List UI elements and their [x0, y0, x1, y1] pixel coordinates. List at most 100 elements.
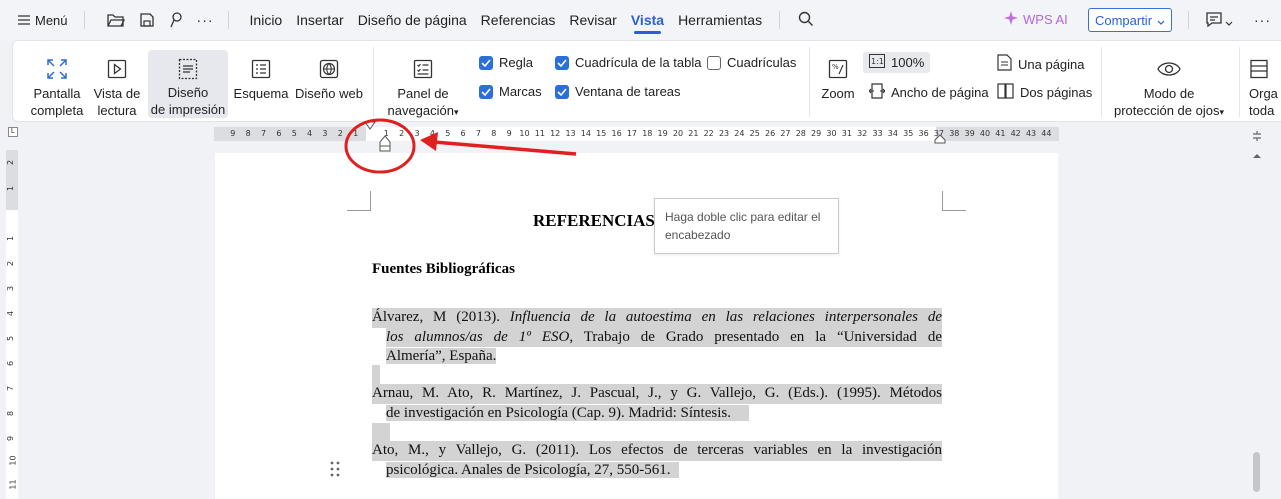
vertical-scrollbar-thumb[interactable]: [1253, 452, 1260, 492]
vertical-ruler[interactable]: 2 1 1 2 3 4 5 6 7 8 9 10 11: [6, 150, 18, 499]
chevron-down-icon: ▾: [1219, 107, 1225, 117]
share-button[interactable]: Compartir: [1088, 8, 1172, 32]
tab-inicio[interactable]: Inicio: [243, 0, 290, 40]
una-pagina-button[interactable]: Una página: [997, 54, 1085, 74]
diseno-web-label: Diseño web: [295, 86, 363, 101]
ruler-number: 18: [642, 129, 653, 138]
hanging-indent-marker[interactable]: [378, 135, 392, 152]
ruler-number: 21: [688, 129, 699, 138]
tab-revisar[interactable]: Revisar: [562, 0, 623, 40]
tab-stop-selector[interactable]: L: [8, 127, 18, 137]
marcas-checkbox[interactable]: Marcas: [479, 84, 542, 99]
ruler-number: 33: [872, 129, 883, 138]
search-icon[interactable]: [798, 11, 814, 30]
print-layout-icon: [178, 55, 198, 82]
zoom-label: Zoom: [821, 86, 855, 101]
reference-line: Ato, M., y Vallejo, G. (2011). Los efect…: [372, 441, 942, 461]
ruler-number: 1: [6, 235, 16, 242]
main-menu-button[interactable]: Menú: [18, 13, 68, 28]
ruler-number: 23: [718, 129, 730, 138]
reference-item-arnau[interactable]: Arnau, M. Ato, R. Martínez, J. Pascual, …: [372, 384, 942, 423]
tab-referencias[interactable]: Referencias: [474, 0, 563, 40]
ruler-number: 7: [6, 385, 16, 392]
modo-proteccion-label-1: Modo de: [1143, 86, 1195, 101]
reference-line: psicológica. Anales de Psicología, 27, 5…: [372, 461, 942, 481]
cuadriculas-checkbox[interactable]: Cuadrículas: [707, 55, 796, 70]
dos-paginas-label: Dos páginas: [1020, 85, 1093, 100]
wps-ai-label: WPS AI: [1023, 12, 1068, 27]
ancho-pagina-button[interactable]: Ancho de página: [868, 83, 989, 102]
tab-diseno-pagina[interactable]: Diseño de página: [351, 0, 474, 40]
dos-paginas-button[interactable]: Dos páginas: [997, 83, 1092, 102]
pantalla-completa-button[interactable]: Pantalla completa: [25, 55, 89, 119]
ruler-number: 6: [276, 129, 282, 138]
ruler-number: 7: [261, 129, 267, 138]
save-icon[interactable]: [139, 12, 155, 28]
format-painter-icon[interactable]: [169, 12, 183, 28]
ruler-number: 9: [506, 129, 512, 138]
esquema-button[interactable]: Esquema: [233, 55, 289, 102]
ruler-number: 26: [765, 129, 776, 138]
ruler-number: 4: [429, 129, 435, 138]
empty-paragraph-mark: [372, 423, 390, 442]
cuadriculas-label: Cuadrículas: [727, 55, 797, 70]
zoom-100-button[interactable]: 1:1 100%: [863, 52, 931, 73]
ruler-number: 2: [6, 159, 16, 166]
separator: [1188, 11, 1189, 29]
ventana-tareas-checkbox[interactable]: Ventana de tareas: [555, 84, 681, 99]
open-folder-icon[interactable]: [106, 12, 125, 28]
separator: [1101, 47, 1102, 117]
eye-icon: [1157, 55, 1181, 83]
ruler-number: 7: [475, 129, 481, 138]
split-view-icon[interactable]: [1252, 128, 1262, 146]
regla-checkbox[interactable]: Regla: [479, 55, 533, 70]
first-line-indent-marker[interactable]: [364, 121, 376, 131]
organizar-label-2: toda: [1249, 103, 1275, 118]
ruler-number: 39: [964, 129, 975, 138]
svg-text:%: %: [832, 63, 839, 71]
pantalla-completa-label-2: completa: [30, 103, 84, 118]
ruler-number: 1: [6, 185, 16, 192]
zoom-button[interactable]: % Zoom: [817, 55, 859, 102]
horizontal-ruler[interactable]: 9 8 7 6 5 4 3 2 1 1 2 3 4 5 6 7 8 9 10 11 12 13 14 15 16 17 18 19 20…: [214, 127, 1059, 141]
tab-insertar[interactable]: Insertar: [289, 0, 350, 40]
reference-line: de investigación en Psicología (Cap. 9).…: [372, 404, 942, 424]
ruler-number: 2: [399, 129, 405, 138]
comments-button[interactable]: [1206, 12, 1233, 32]
vista-lectura-label-1: Vista de: [93, 86, 141, 101]
outline-icon: [251, 55, 271, 83]
ruler-number: 24: [734, 129, 745, 138]
reference-line-body: los alumnos/as de 1º ESO, Trabajo de Gra…: [386, 327, 942, 347]
modo-proteccion-ojos-button[interactable]: Modo de protección de ojos▾: [1111, 55, 1227, 121]
document-page[interactable]: REFERENCIAS Haga doble clic para editar …: [215, 153, 1058, 499]
wps-ai-button[interactable]: WPS AI: [1004, 11, 1068, 28]
ruler-number: 12: [550, 129, 561, 138]
organizar-todas-button[interactable]: Orga toda: [1249, 55, 1281, 119]
panel-navegacion-button[interactable]: Panel de navegación▾: [385, 55, 461, 121]
reading-view-icon: [107, 55, 127, 83]
reference-text: psicológica. Anales de Psicología, 27, 5…: [386, 461, 679, 478]
more-options-icon[interactable]: ···: [197, 12, 214, 28]
vista-lectura-button[interactable]: Vista de lectura: [89, 55, 145, 119]
header-edit-tooltip: Haga doble clic para editar el encabezad…: [654, 198, 839, 254]
reference-line: Álvarez, M (2013). Influencia de la auto…: [372, 308, 942, 328]
comment-icon: [1206, 12, 1222, 32]
more-options-icon[interactable]: ···: [1254, 12, 1271, 28]
tab-herramientas[interactable]: Herramientas: [671, 0, 769, 40]
reference-item-alvarez[interactable]: Álvarez, M (2013). Influencia de la auto…: [372, 308, 942, 367]
ruler-number: 42: [1010, 129, 1021, 138]
tab-vista[interactable]: Vista: [624, 0, 671, 40]
ruler-number: 9: [230, 129, 236, 138]
diseno-web-button[interactable]: Diseño web: [295, 55, 363, 102]
checkbox-checked-icon: [479, 55, 493, 70]
cuadricula-tabla-checkbox[interactable]: Cuadrícula de la tabla: [555, 55, 701, 70]
reference-text: , Trabajo de Grado presentado en la “Uni…: [569, 328, 942, 345]
drag-handle-icon[interactable]: [330, 461, 340, 482]
right-indent-marker[interactable]: [934, 134, 946, 144]
ruler-number: 20: [672, 129, 684, 138]
reference-line: Arnau, M. Ato, R. Martínez, J. Pascual, …: [372, 384, 942, 404]
share-label: Compartir: [1094, 12, 1153, 28]
reference-item-ato[interactable]: Ato, M., y Vallejo, G. (2011). Los efect…: [372, 441, 942, 480]
scroll-up-icon[interactable]: [1252, 146, 1262, 164]
diseno-impresion-button[interactable]: Diseño de impresión: [148, 50, 228, 118]
